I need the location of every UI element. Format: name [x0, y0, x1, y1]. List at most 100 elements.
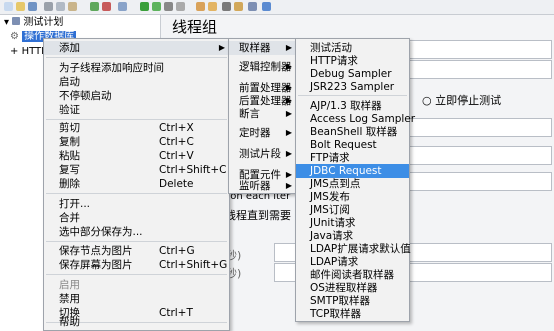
sampler-item[interactable]: JDBC Request	[296, 164, 409, 178]
submenu-item-samplers[interactable]: 取样器 ▶	[229, 41, 296, 55]
menu-item-disable[interactable]: 禁用	[44, 292, 229, 306]
menu-label: HTTP请求	[310, 55, 358, 67]
shortcut-label: Ctrl+Shift+G	[159, 259, 228, 271]
comments-field[interactable]	[400, 60, 552, 79]
ramp-up-field[interactable]	[400, 146, 552, 165]
menu-label: 复写	[59, 164, 80, 176]
sampler-item[interactable]: JMS发布	[296, 190, 409, 204]
menu-label: AJP/1.3 取样器	[310, 100, 382, 112]
sampler-item[interactable]: JMS点到点	[296, 177, 409, 191]
tree-item-http[interactable]: + HTTP	[10, 45, 47, 58]
submenu-item-assertions[interactable]: 断言 ▶	[229, 107, 296, 121]
sampler-item[interactable]: SMTP取样器	[296, 294, 409, 308]
sampler-item[interactable]: JMS订阅	[296, 203, 409, 217]
start-icon[interactable]	[140, 2, 149, 11]
menu-item-delete[interactable]: 删除 Delete	[44, 177, 229, 191]
sampler-item[interactable]: 测试活动	[296, 41, 409, 55]
expand-icon[interactable]: ▾	[4, 17, 9, 28]
menu-item-start-no-pause[interactable]: 不停顿启动	[44, 89, 229, 103]
menu-item-save-selection[interactable]: 选中部分保存为...	[44, 225, 229, 239]
menu-item-start[interactable]: 启动	[44, 75, 229, 89]
startup-delay-field-right[interactable]	[400, 263, 552, 282]
sampler-item[interactable]: OS进程取样器	[296, 281, 409, 295]
toggle-icon[interactable]	[118, 2, 127, 11]
sampler-item[interactable]: JUnit请求	[296, 216, 409, 230]
stop-now-radio[interactable]: ○ 立即停止测试	[422, 92, 501, 108]
sampler-item[interactable]: TCP取样器	[296, 307, 409, 321]
sampler-item[interactable]: HTTP请求	[296, 54, 409, 68]
sampler-item[interactable]: 邮件阅读者取样器	[296, 268, 409, 282]
menu-label: BeanShell 取样器	[310, 126, 398, 138]
menu-item-add[interactable]: 添加 ▶	[44, 41, 229, 55]
paste-icon[interactable]	[68, 2, 77, 11]
sampler-item[interactable]: LDAP请求	[296, 255, 409, 269]
menu-label: Access Log Sampler	[310, 113, 416, 125]
menu-item-open[interactable]: 打开...	[44, 197, 229, 211]
add-icon[interactable]	[90, 2, 99, 11]
sampler-item[interactable]: BeanShell 取样器	[296, 125, 409, 139]
menu-label: JSR223 Sampler	[310, 81, 395, 93]
threads-field[interactable]	[400, 118, 552, 137]
menu-label: 测试活动	[310, 42, 352, 54]
submenu-item-pre-processors[interactable]: 前置处理器 ▶	[229, 81, 296, 95]
menu-label: JUnit请求	[310, 217, 356, 229]
clear-all-icon[interactable]	[208, 2, 217, 11]
remove-icon[interactable]	[102, 2, 111, 11]
sampler-item[interactable]: FTP请求	[296, 151, 409, 165]
menu-label: 禁用	[59, 293, 80, 305]
sampler-item[interactable]: LDAP扩展请求默认值	[296, 242, 411, 256]
cut-icon[interactable]	[44, 2, 53, 11]
sampler-item[interactable]: Java请求	[296, 229, 409, 243]
submenu-item-timers[interactable]: 定时器 ▶	[229, 126, 296, 140]
name-field[interactable]	[400, 40, 552, 59]
submenu-item-logic-controllers[interactable]: 逻辑控制器 ▶	[229, 60, 296, 74]
sampler-item[interactable]: AJP/1.3 取样器	[296, 99, 409, 113]
submenu-item-test-fragment[interactable]: 测试片段 ▶	[229, 147, 296, 161]
menu-label: JMS发布	[310, 191, 350, 203]
tree-item-test-plan[interactable]: ▾ 测试计划	[4, 16, 63, 29]
submenu-item-listeners[interactable]: 监听器 ▶	[229, 179, 296, 193]
sampler-item[interactable]: Access Log Sampler	[296, 112, 415, 126]
reset-search-icon[interactable]	[234, 2, 243, 11]
menu-item-save-screen-image[interactable]: 保存屏幕为图片 Ctrl+Shift+G	[44, 258, 229, 272]
menu-item-validate[interactable]: 验证	[44, 103, 229, 117]
submenu-arrow-icon: ▶	[285, 128, 292, 137]
expand-icon[interactable]: +	[10, 46, 18, 57]
menu-item-add-think-time[interactable]: 为子线程添加响应时间	[44, 61, 229, 75]
sampler-item[interactable]: JSR223 Sampler	[296, 80, 409, 94]
menu-item-save-node-image[interactable]: 保存节点为图片 Ctrl+G	[44, 244, 229, 258]
submenu-item-post-processors[interactable]: 后置处理器 ▶	[229, 94, 296, 108]
shutdown-icon[interactable]	[176, 2, 185, 11]
menu-label: OS进程取样器	[310, 282, 378, 294]
help-icon[interactable]	[262, 2, 271, 11]
menu-label: 后置处理器	[239, 95, 292, 107]
sampler-item[interactable]: Bolt Request	[296, 138, 409, 152]
new-icon[interactable]	[4, 2, 13, 11]
clear-icon[interactable]	[196, 2, 205, 11]
menu-item-merge[interactable]: 合并	[44, 211, 229, 225]
loop-count-field[interactable]	[400, 172, 552, 191]
duration-field-right[interactable]	[400, 243, 552, 262]
copy-icon[interactable]	[56, 2, 65, 11]
menu-item-duplicate[interactable]: 复写 Ctrl+Shift+C	[44, 163, 229, 177]
menu-item-help[interactable]: 帮助	[44, 315, 229, 329]
search-icon[interactable]	[222, 2, 231, 11]
menu-label: 剪切	[59, 122, 80, 134]
menu-item-copy[interactable]: 复制 Ctrl+C	[44, 135, 229, 149]
menu-item-paste[interactable]: 粘贴 Ctrl+V	[44, 149, 229, 163]
menu-label: 断言	[239, 108, 260, 120]
open-icon[interactable]	[16, 2, 25, 11]
delay-thread-text: 线程直到需要	[225, 209, 291, 222]
menu-label: 添加	[59, 42, 80, 54]
menu-label: 帮助	[59, 316, 80, 328]
start-no-pause-icon[interactable]	[152, 2, 161, 11]
function-helper-icon[interactable]	[248, 2, 257, 11]
stop-icon[interactable]	[164, 2, 173, 11]
shortcut-label: Ctrl+X	[159, 122, 194, 134]
menu-label: 取样器	[239, 42, 271, 54]
save-icon[interactable]	[28, 2, 37, 11]
menu-item-cut[interactable]: 剪切 Ctrl+X	[44, 121, 229, 135]
menu-label: FTP请求	[310, 152, 350, 164]
sampler-item[interactable]: Debug Sampler	[296, 67, 409, 81]
page-title: 线程组	[172, 18, 218, 36]
